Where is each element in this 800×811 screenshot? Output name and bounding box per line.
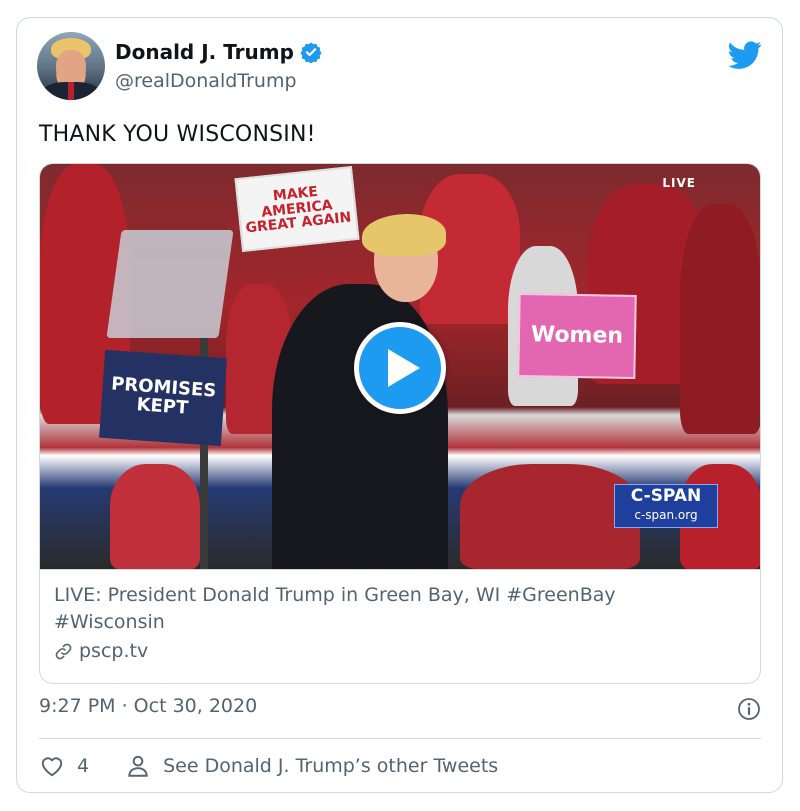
tweet-header: Donald J. Trump @realDonaldTrump xyxy=(37,32,762,102)
author-display-name[interactable]: Donald J. Trump xyxy=(115,40,294,64)
link-icon xyxy=(55,643,72,659)
author-handle[interactable]: @realDonaldTrump xyxy=(115,70,297,92)
author-name-line: Donald J. Trump xyxy=(115,40,322,64)
live-label: LIVE xyxy=(662,176,696,190)
heart-icon xyxy=(41,757,63,777)
teleprompter xyxy=(106,230,234,338)
tweet-card: Donald J. Trump @realDonaldTrump THANK Y… xyxy=(16,17,783,793)
avatar-face xyxy=(56,50,86,84)
crowd-figure xyxy=(110,464,200,569)
avatar-tie xyxy=(68,82,74,100)
play-button[interactable] xyxy=(354,322,446,414)
see-other-tweets-label[interactable]: See Donald J. Trump’s other Tweets xyxy=(163,755,498,777)
person-icon xyxy=(128,755,148,777)
like-count: 4 xyxy=(77,755,90,777)
link-domain[interactable]: pscp.tv xyxy=(79,640,148,662)
sign-promises-kept: PROMISES KEPT xyxy=(99,349,227,447)
sign-women: Women xyxy=(517,292,637,380)
media-card[interactable]: MAKE AMERICA GREAT AGAIN Women PROMISES … xyxy=(39,163,761,684)
tweet-timestamp[interactable]: 9:27 PM · Oct 30, 2020 xyxy=(39,695,257,717)
cspan-url: c-span.org xyxy=(634,508,698,522)
timestamp-row: 9:27 PM · Oct 30, 2020 xyxy=(39,695,761,725)
sign-make-america: MAKE AMERICA GREAT AGAIN xyxy=(234,166,360,252)
cspan-title: C-SPAN xyxy=(630,486,702,506)
avatar[interactable] xyxy=(37,32,105,100)
crowd-figure xyxy=(460,464,640,569)
link-preview[interactable]: LIVE: President Donald Trump in Green Ba… xyxy=(40,569,760,683)
divider xyxy=(39,738,761,739)
link-domain-row[interactable]: pscp.tv xyxy=(54,640,748,662)
info-icon[interactable] xyxy=(737,697,761,721)
play-icon xyxy=(388,349,420,387)
twitter-bird-icon[interactable] xyxy=(728,38,762,72)
tweet-actions: 4 See Donald J. Trump’s other Tweets xyxy=(39,748,761,784)
crowd-figure xyxy=(680,204,760,434)
cspan-badge: C-SPAN c-span.org xyxy=(614,484,718,528)
link-title[interactable]: LIVE: President Donald Trump in Green Ba… xyxy=(54,582,694,636)
see-other-tweets-link[interactable]: See Donald J. Trump’s other Tweets xyxy=(125,753,498,779)
speaker-hair xyxy=(362,214,446,256)
tweet-text: THANK YOU WISCONSIN! xyxy=(39,122,316,147)
verified-badge-icon xyxy=(300,42,322,63)
like-button[interactable]: 4 xyxy=(39,753,89,779)
video-thumbnail[interactable]: MAKE AMERICA GREAT AGAIN Women PROMISES … xyxy=(40,164,760,569)
